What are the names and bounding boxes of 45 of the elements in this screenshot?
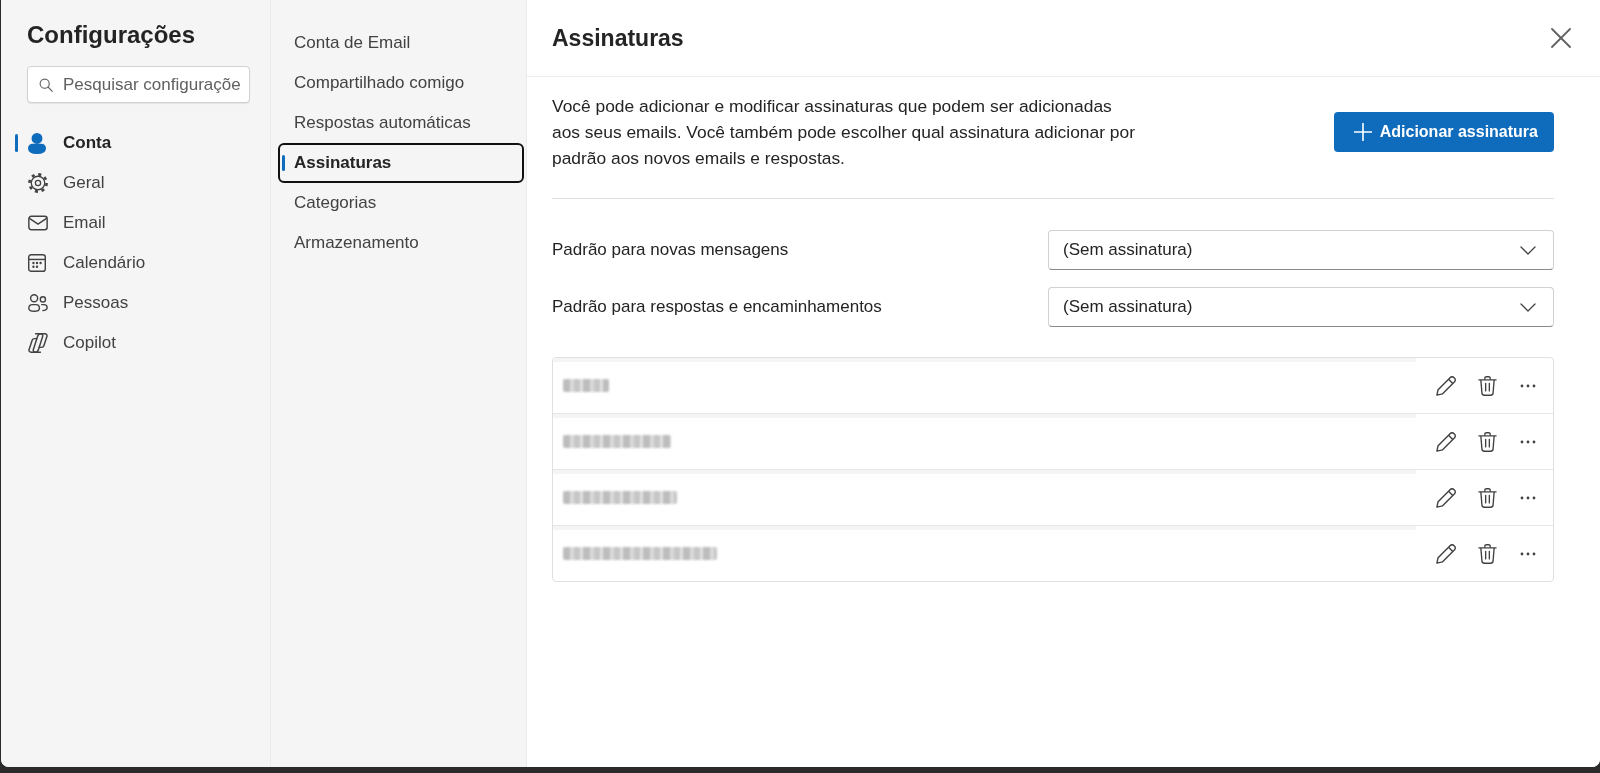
signature-dropdown[interactable]: (Sem assinatura) (1048, 230, 1554, 270)
close-icon (1551, 28, 1571, 48)
panel-title: Assinaturas (552, 24, 684, 52)
more-icon (1520, 439, 1536, 444)
subnav-item[interactable]: Compartilhado comigo (278, 63, 524, 103)
blurred-name-placeholder (563, 379, 609, 392)
signature-dropdown[interactable]: (Sem assinatura) (1048, 287, 1554, 327)
subnav-item[interactable]: Respostas automáticas (278, 103, 524, 143)
more-icon (1520, 495, 1536, 500)
nav-item[interactable]: Calendário (9, 243, 261, 283)
nav-item[interactable]: Copilot (9, 323, 261, 363)
setting-label: Padrão para respostas e encaminhamentos (552, 297, 882, 317)
nav-item[interactable]: Pessoas (9, 283, 261, 323)
subnav-item[interactable]: Categorias (278, 183, 524, 223)
more-icon (1520, 383, 1536, 388)
subnav-item[interactable]: Armazenamento (278, 223, 524, 263)
pencil-icon (1436, 431, 1456, 452)
plus-icon (1353, 123, 1372, 141)
pencil-icon (1436, 375, 1456, 396)
chevron-down-icon (1520, 302, 1536, 312)
envelope-icon (28, 215, 48, 231)
settings-title: Configurações (27, 20, 196, 50)
calendar-icon (28, 254, 46, 272)
setting-label: Padrão para novas mensagens (552, 240, 789, 260)
gear-icon (28, 173, 48, 193)
pencil-icon (1436, 487, 1456, 508)
people-icon (28, 294, 48, 312)
subnav-item[interactable]: Conta de Email (278, 23, 524, 63)
person-icon (28, 132, 46, 154)
more-icon (1520, 551, 1536, 556)
nav-item[interactable]: Conta (9, 123, 261, 163)
pencil-icon (1436, 543, 1456, 564)
nav-item[interactable]: Email (9, 203, 261, 243)
interlocked-shapes-icon (28, 333, 48, 353)
trash-icon (1477, 543, 1497, 564)
search-field[interactable]: Pesquisar configuraçõe (27, 66, 250, 103)
search-icon (39, 78, 53, 92)
trash-icon (1477, 375, 1497, 396)
nav-item[interactable]: Geral (9, 163, 261, 203)
subnav-item[interactable]: Assinaturas (278, 143, 524, 183)
add-signature-button[interactable]: Adicionar assinatura (1333, 112, 1554, 152)
trash-icon (1477, 431, 1497, 452)
trash-icon (1477, 487, 1497, 508)
description-text: Você pode adicionar e modificar assinaturas que podem ser adicionadas aos seus emails. Você também pode escolher qual assinatura adicionar por padrão aos novos emails e respostas. (552, 95, 1136, 170)
chevron-down-icon (1520, 245, 1536, 255)
